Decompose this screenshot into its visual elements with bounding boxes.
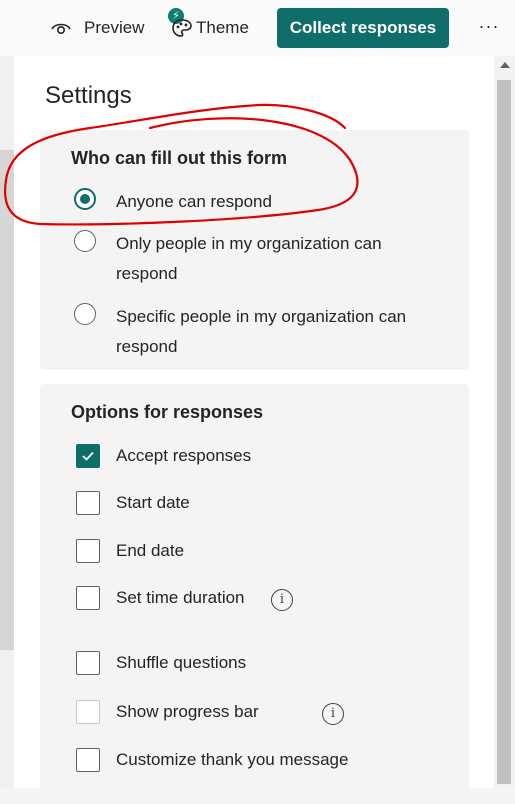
more-icon[interactable]: ··· xyxy=(478,14,500,42)
radio-label: Specific people in my organization can r… xyxy=(116,307,407,356)
option-label: Shuffle questions xyxy=(116,653,247,672)
options-for-responses-card: Options for responses Accept responses S… xyxy=(40,384,469,804)
options-title: Options for responses xyxy=(71,402,264,422)
radio-label: Only people in my organization can respo… xyxy=(116,234,382,283)
radio-label: Anyone can respond xyxy=(116,192,272,211)
checkbox[interactable] xyxy=(76,539,100,563)
option-label: Customize thank you message xyxy=(116,750,349,769)
checkbox[interactable] xyxy=(76,491,100,515)
checkbox-checked[interactable] xyxy=(76,444,100,468)
who-can-fill-title: Who can fill out this form xyxy=(71,148,287,168)
radio-button-selected[interactable] xyxy=(74,188,96,210)
scrollbar[interactable] xyxy=(494,56,515,788)
checkbox-disabled[interactable] xyxy=(76,700,100,724)
info-icon[interactable]: i xyxy=(271,589,293,611)
scrollbar-thumb[interactable] xyxy=(497,80,511,784)
theme-label: Theme xyxy=(196,18,249,37)
option-label: Start date xyxy=(116,493,190,512)
info-icon[interactable]: i xyxy=(322,703,344,725)
option-label: Set time duration xyxy=(116,588,245,607)
left-panel-edge xyxy=(0,150,14,650)
option-label: Show progress bar xyxy=(116,702,259,721)
preview-label: Preview xyxy=(84,18,145,37)
collect-responses-button[interactable]: Collect responses xyxy=(277,8,449,48)
checkbox[interactable] xyxy=(76,748,100,772)
radio-button[interactable] xyxy=(74,303,96,325)
toolbar: Preview ⚡ Theme Collect responses ··· xyxy=(0,0,515,56)
checkbox[interactable] xyxy=(76,651,100,675)
settings-panel: Settings Who can fill out this form Anyo… xyxy=(14,56,494,804)
settings-title: Settings xyxy=(45,82,132,109)
radio-button[interactable] xyxy=(74,230,96,252)
option-label: End date xyxy=(116,541,185,560)
preview-button[interactable]: Preview xyxy=(50,14,144,42)
eye-icon xyxy=(51,23,71,35)
palette-icon: ⚡ xyxy=(168,8,196,42)
option-label: Accept responses xyxy=(116,446,252,465)
who-can-fill-card: Who can fill out this form Anyone can re… xyxy=(40,130,469,370)
scroll-up-arrow-icon[interactable] xyxy=(500,62,510,68)
checkmark-icon xyxy=(82,451,94,461)
theme-button[interactable]: ⚡ Theme xyxy=(168,8,249,42)
checkbox[interactable] xyxy=(76,586,100,610)
